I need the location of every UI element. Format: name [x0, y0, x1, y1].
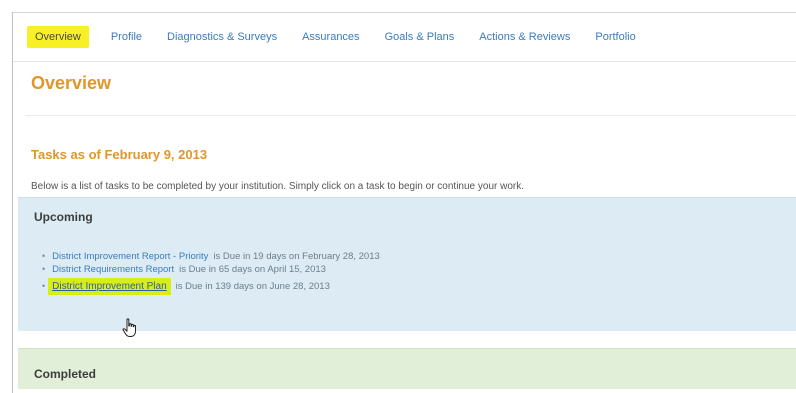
- bullet-icon: •: [42, 281, 46, 291]
- task-due-text: is Due in 19 days on February 28, 2013: [213, 251, 380, 262]
- hand-pointer-icon: [122, 318, 138, 343]
- tabs-divider: [13, 61, 796, 62]
- bullet-icon: •: [42, 251, 46, 261]
- tab-bar: Overview Profile Diagnostics & Surveys A…: [27, 23, 661, 51]
- task-link-improvement-report-priority[interactable]: District Improvement Report - Priority: [52, 250, 208, 263]
- title-divider: [25, 115, 796, 116]
- bullet-icon: •: [42, 264, 46, 274]
- upcoming-title: Upcoming: [34, 210, 93, 224]
- list-item: • District Improvement Plan is Due in 13…: [42, 278, 380, 295]
- tasks-intro: Below is a list of tasks to be completed…: [31, 181, 525, 192]
- tab-actions-reviews[interactable]: Actions & Reviews: [479, 31, 570, 43]
- tab-profile[interactable]: Profile: [111, 31, 142, 43]
- upcoming-section: Upcoming • District Improvement Report -…: [18, 197, 796, 337]
- tab-portfolio[interactable]: Portfolio: [595, 31, 635, 43]
- tab-diagnostics-surveys[interactable]: Diagnostics & Surveys: [167, 31, 277, 43]
- page-title: Overview: [31, 73, 112, 93]
- tasks-heading: Tasks as of February 9, 2013: [31, 147, 208, 162]
- task-link-improvement-plan[interactable]: District Improvement Plan: [48, 278, 171, 295]
- tab-overview[interactable]: Overview: [27, 26, 89, 48]
- task-due-text: is Due in 139 days on June 28, 2013: [175, 281, 330, 292]
- completed-section: Completed: [18, 348, 796, 389]
- tab-goals-plans[interactable]: Goals & Plans: [385, 31, 455, 43]
- upcoming-task-list: • District Improvement Report - Priority…: [42, 250, 380, 295]
- list-item: • District Improvement Report - Priority…: [42, 250, 380, 263]
- task-due-text: is Due in 65 days on April 15, 2013: [179, 264, 326, 275]
- task-link-requirements-report[interactable]: District Requirements Report: [52, 263, 174, 276]
- completed-title: Completed: [34, 367, 97, 381]
- list-item: • District Requirements Report is Due in…: [42, 263, 380, 276]
- tab-assurances[interactable]: Assurances: [302, 31, 359, 43]
